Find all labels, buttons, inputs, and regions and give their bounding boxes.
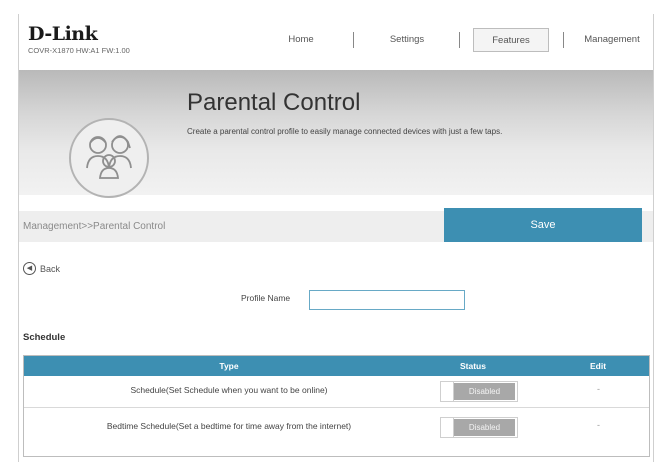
breadcrumb: Management>>Parental Control [23,221,166,232]
page-title: Parental Control [187,89,361,116]
row-divider [24,407,649,408]
nav-features[interactable]: Features [473,28,549,52]
bedtime-type-cell: Bedtime Schedule(Set a bedtime for time … [106,421,352,431]
save-button[interactable]: Save [444,208,642,242]
router-ui-frame: D-Link COVR-X1870 HW:A1 FW:1.00 Home Set… [18,14,654,462]
profile-name-input[interactable] [309,290,465,310]
nav-home[interactable]: Home [278,28,324,50]
edit-placeholder: - [597,384,600,394]
nav-divider [353,32,354,48]
table-row: Bedtime Schedule(Set a bedtime for time … [24,412,649,442]
schedule-status-toggle[interactable]: Disabled [440,381,518,402]
model-info: COVR-X1870 HW:A1 FW:1.00 [28,46,130,55]
profile-name-label: Profile Name [241,293,291,303]
back-arrow-icon: ◀ [23,262,36,275]
back-label: Back [40,263,61,274]
schedule-table-header: Type Status Edit [24,356,649,376]
top-navigation: D-Link COVR-X1870 HW:A1 FW:1.00 Home Set… [19,14,653,70]
column-header-edit: Edit [590,361,607,371]
nav-management[interactable]: Management [577,28,647,50]
status-label: Disabled [454,383,515,400]
toggle-knob [441,418,454,437]
schedule-type-cell: Schedule(Set Schedule when you want to b… [130,385,328,395]
family-icon [69,118,149,198]
edit-placeholder: - [597,420,600,430]
nav-divider [459,32,460,48]
dlink-logo: D-Link [28,23,98,45]
page-banner: Parental Control Create a parental contr… [19,70,653,198]
toggle-knob [441,382,454,401]
table-row: Schedule(Set Schedule when you want to b… [24,376,649,406]
bedtime-status-toggle[interactable]: Disabled [440,417,518,438]
nav-settings[interactable]: Settings [379,28,435,50]
column-header-type: Type [219,361,239,371]
schedule-table: Type Status Edit Schedule(Set Schedule w… [23,355,650,457]
back-link[interactable]: ◀ Back [23,262,60,275]
page-description: Create a parental control profile to eas… [187,127,503,136]
status-label: Disabled [454,419,515,436]
nav-divider [563,32,564,48]
column-header-status: Status [460,361,486,371]
schedule-heading: Schedule [23,332,66,343]
